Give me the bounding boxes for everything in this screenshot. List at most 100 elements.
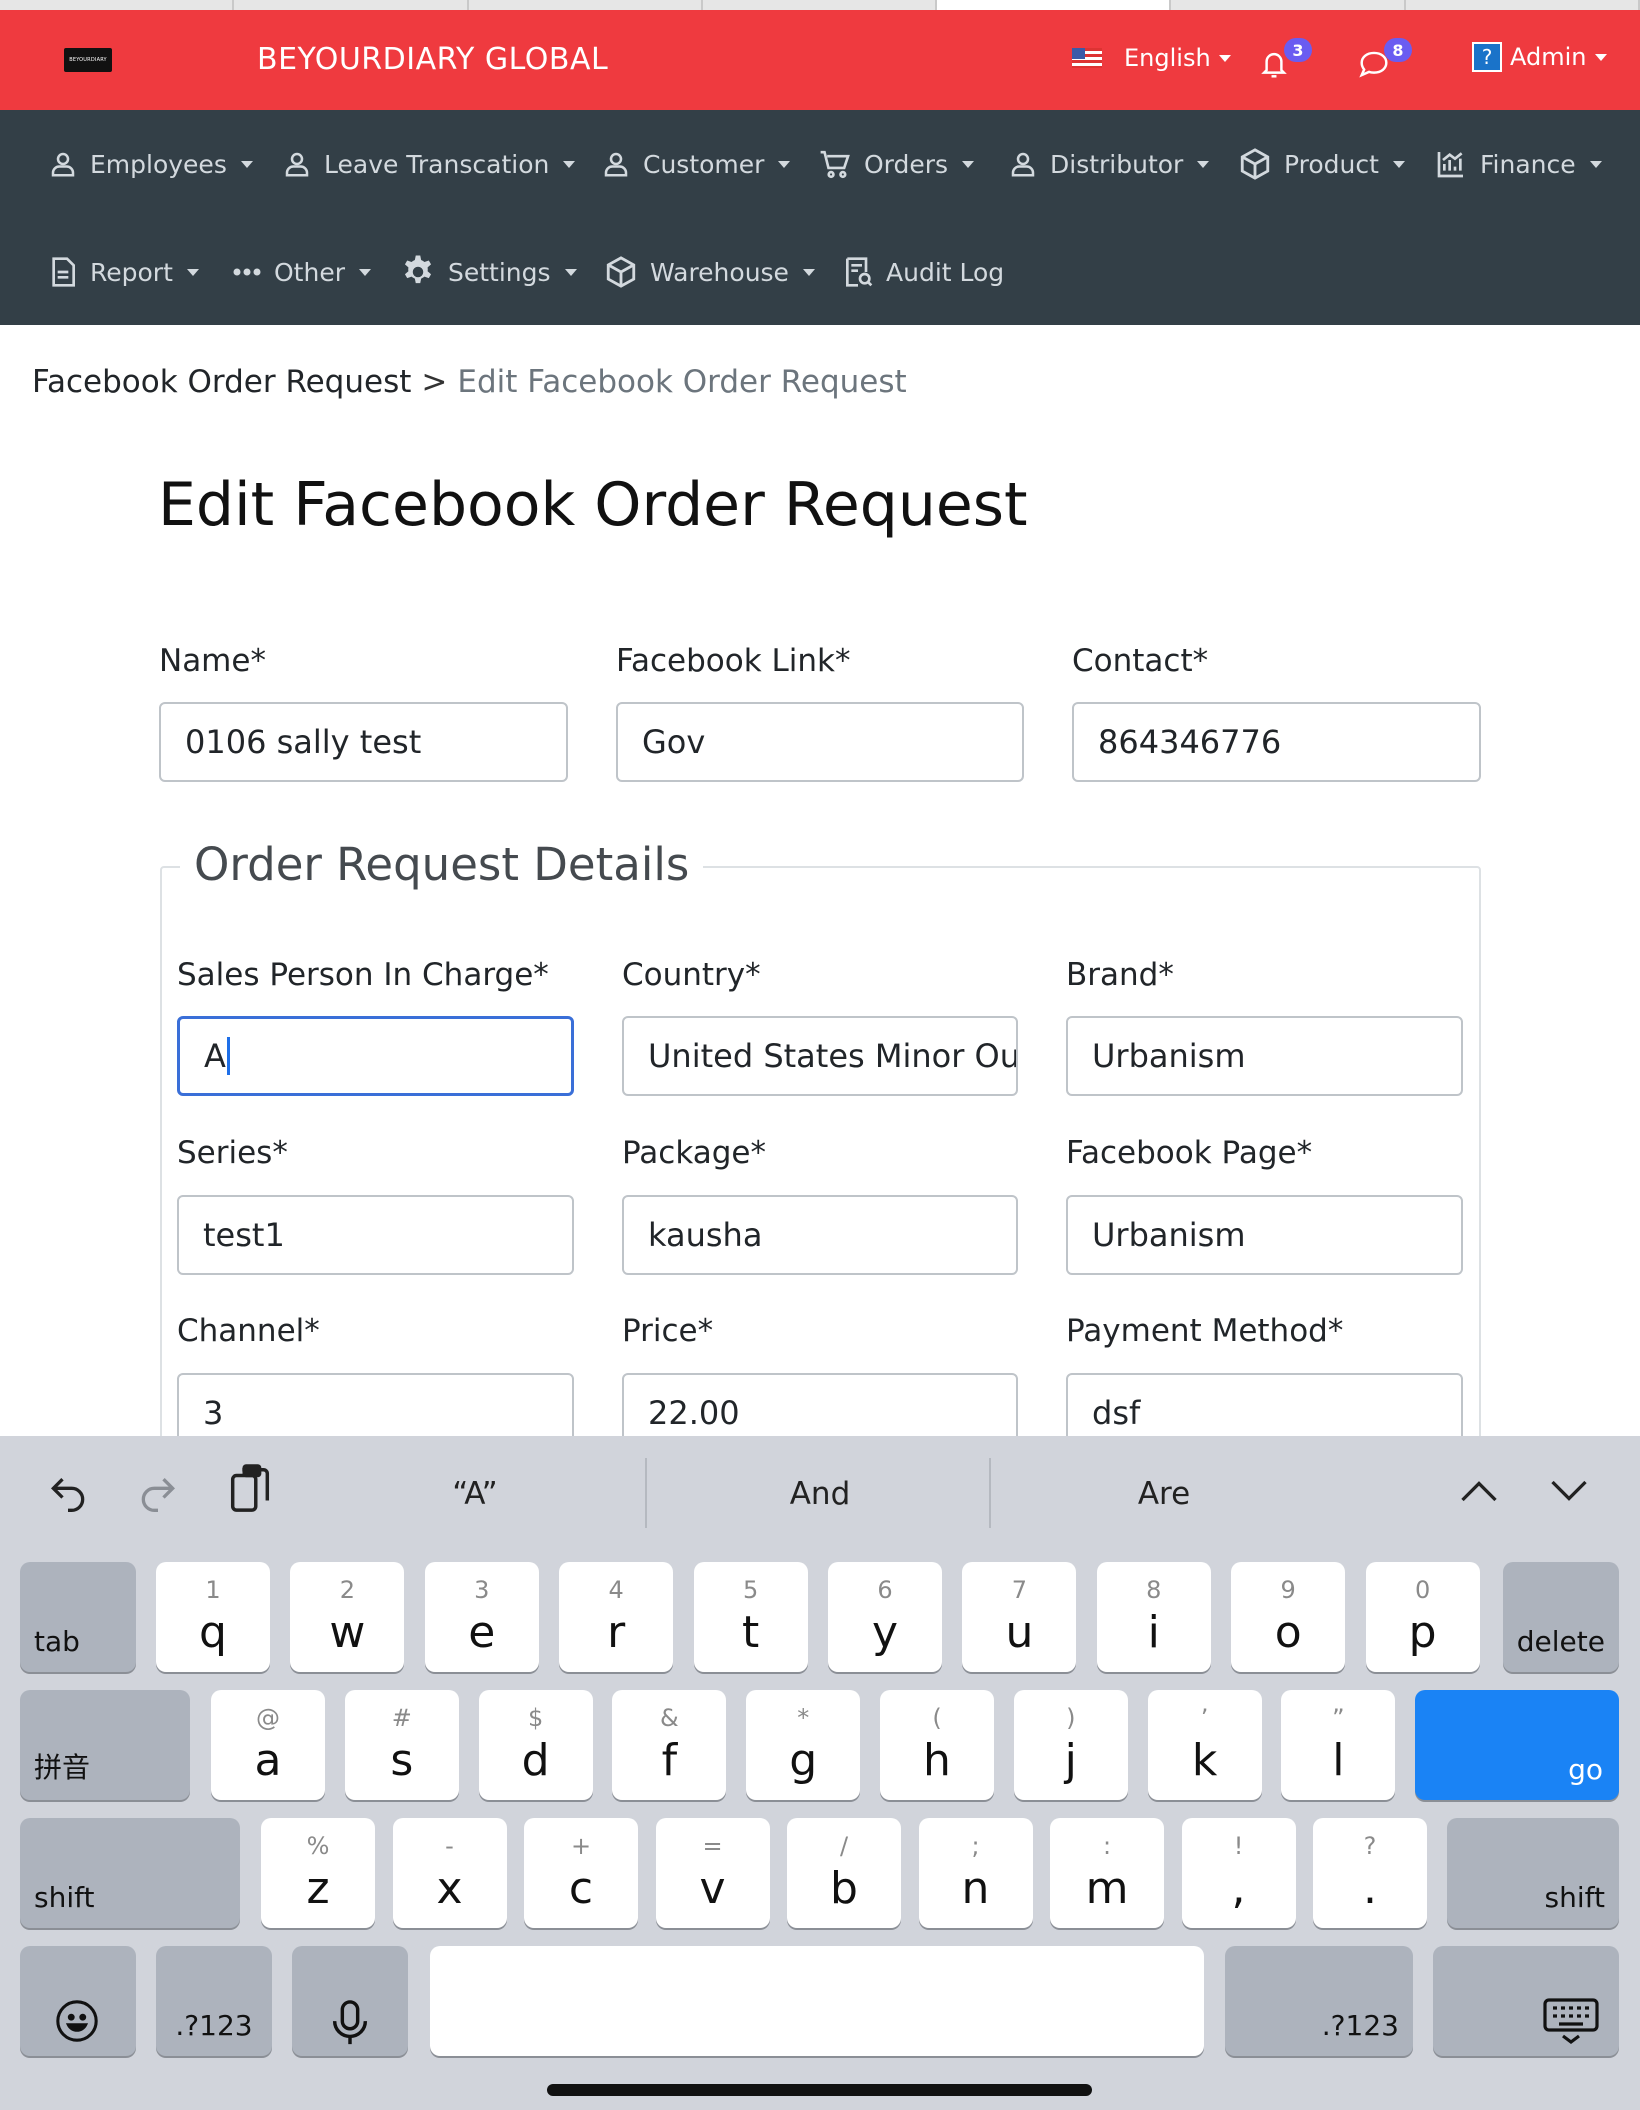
- redo-button[interactable]: [136, 1470, 180, 1518]
- key-i[interactable]: 8i: [1096, 1562, 1211, 1672]
- nav-label: Audit Log: [886, 257, 1005, 287]
- nav-settings[interactable]: Settings: [400, 252, 577, 292]
- emoji-key[interactable]: [20, 1946, 136, 2056]
- key-u[interactable]: 7u: [962, 1562, 1077, 1672]
- nav-distributor[interactable]: Distributor: [1008, 144, 1210, 184]
- suggestion-3[interactable]: Are: [994, 1464, 1334, 1524]
- key-k[interactable]: ’ k: [1147, 1690, 1262, 1800]
- nav-employees[interactable]: Employees: [48, 144, 253, 184]
- suggestion-1[interactable]: “A”: [305, 1464, 645, 1524]
- nav-other[interactable]: Other: [232, 252, 371, 292]
- chevron-down-icon: [802, 268, 815, 276]
- person-icon: [1011, 152, 1035, 177]
- channel-label: Channel*: [177, 1313, 320, 1349]
- key-m[interactable]: :m: [1050, 1818, 1164, 1928]
- page-title: Edit Facebook Order Request: [158, 470, 1028, 540]
- browser-tab[interactable]: [0, 0, 235, 10]
- dictation-key[interactable]: [292, 1946, 408, 2056]
- country-input[interactable]: United States Minor Outlying Islands: [622, 1016, 1018, 1096]
- key-w[interactable]: 2w: [290, 1562, 405, 1672]
- hide-keyboard-key[interactable]: [1433, 1946, 1619, 2056]
- sales-person-input[interactable]: A: [177, 1016, 574, 1096]
- key-n[interactable]: ; n: [918, 1818, 1033, 1928]
- key-y[interactable]: 6y: [828, 1562, 942, 1672]
- nav-report[interactable]: Report: [48, 252, 199, 292]
- main-nav: Employees Leave Transcation Customer Ord…: [0, 110, 1640, 325]
- key-d[interactable]: $ d: [478, 1690, 593, 1800]
- previous-field-button[interactable]: [1458, 1476, 1500, 1510]
- key-secondary-char: /: [839, 1832, 849, 1860]
- nav-orders[interactable]: Orders: [818, 144, 975, 184]
- browser-tab-active[interactable]: [937, 0, 1172, 10]
- facebook-link-input[interactable]: Gov: [616, 702, 1024, 782]
- key-b[interactable]: / b: [787, 1818, 901, 1928]
- key-a[interactable]: @ a: [211, 1690, 325, 1800]
- tab-key[interactable]: tab: [20, 1562, 136, 1672]
- series-input[interactable]: test1: [177, 1195, 574, 1275]
- notifications-button[interactable]: 3: [1256, 38, 1312, 82]
- browser-tab[interactable]: [469, 0, 703, 10]
- go-key[interactable]: go: [1415, 1690, 1619, 1800]
- facebook-page-input[interactable]: Urbanism: [1066, 1195, 1463, 1275]
- undo-button[interactable]: [46, 1470, 90, 1518]
- browser-tab[interactable]: [234, 0, 469, 10]
- pinyin-key[interactable]: 拼音: [20, 1690, 190, 1800]
- nav-customer[interactable]: Customer: [601, 144, 791, 184]
- text-cursor: [226, 1037, 230, 1075]
- nav-leave-transaction[interactable]: Leave Transcation: [282, 144, 576, 184]
- key-t[interactable]: 5t: [693, 1562, 808, 1672]
- contact-input[interactable]: 864346776: [1072, 702, 1481, 782]
- key-secondary-char: :: [1102, 1832, 1112, 1860]
- keyboard-toolbar: “A” And Are: [0, 1436, 1640, 1546]
- brand-input[interactable]: Urbanism: [1066, 1016, 1463, 1096]
- numbers-key-right[interactable]: .?123: [1225, 1946, 1413, 2056]
- breadcrumb-parent-link[interactable]: Facebook Order Request: [32, 364, 411, 400]
- key-primary-char: p: [1408, 1607, 1437, 1658]
- numbers-key-label: .?123: [1321, 2009, 1399, 2042]
- paste-button[interactable]: [228, 1464, 272, 1518]
- package-input[interactable]: kausha: [622, 1195, 1018, 1275]
- key-period[interactable]: ?.: [1313, 1818, 1427, 1928]
- key-j[interactable]: ) j: [1013, 1690, 1128, 1800]
- suggestion-2[interactable]: And: [650, 1464, 990, 1524]
- key-c[interactable]: + c: [524, 1818, 638, 1928]
- key-l[interactable]: ” l: [1281, 1690, 1396, 1800]
- browser-tab[interactable]: [1171, 0, 1406, 10]
- language-label: English: [1124, 44, 1211, 72]
- key-s[interactable]: # s: [344, 1690, 459, 1800]
- space-key[interactable]: [430, 1946, 1204, 2056]
- browser-tab[interactable]: [1406, 0, 1640, 10]
- key-q[interactable]: 1q: [156, 1562, 270, 1672]
- key-r[interactable]: 4r: [559, 1562, 674, 1672]
- nav-warehouse[interactable]: Warehouse: [604, 252, 815, 292]
- key-f[interactable]: & f: [612, 1690, 727, 1800]
- nav-product[interactable]: Product: [1238, 144, 1405, 184]
- key-comma[interactable]: !,: [1181, 1818, 1296, 1928]
- key-secondary-char: 9: [1280, 1576, 1296, 1604]
- name-input[interactable]: 0106 sally test: [159, 702, 568, 782]
- key-g[interactable]: * g: [746, 1690, 861, 1800]
- nav-finance[interactable]: Finance: [1434, 144, 1602, 184]
- language-dropdown[interactable]: English: [1072, 44, 1231, 72]
- messages-button[interactable]: 8: [1356, 38, 1412, 82]
- admin-user-menu[interactable]: ? Admin: [1472, 42, 1607, 72]
- key-o[interactable]: 9o: [1231, 1562, 1346, 1672]
- key-e[interactable]: 3e: [424, 1562, 539, 1672]
- key-v[interactable]: = v: [655, 1818, 770, 1928]
- key-primary-char: ,: [1231, 1863, 1246, 1914]
- key-p[interactable]: 0p: [1365, 1562, 1480, 1672]
- nav-label: Finance: [1480, 149, 1576, 179]
- key-x[interactable]: -x: [392, 1818, 507, 1928]
- next-field-button[interactable]: [1548, 1476, 1590, 1510]
- delete-key[interactable]: delete: [1503, 1562, 1619, 1672]
- key-h[interactable]: (h: [880, 1690, 994, 1800]
- nav-audit-log[interactable]: Audit Log: [842, 252, 1004, 292]
- brand-logo[interactable]: BEYOURDIARY: [64, 48, 112, 72]
- brand-name[interactable]: BEYOURDIARY GLOBAL: [257, 42, 608, 77]
- browser-tab[interactable]: [703, 0, 938, 10]
- shift-right-key[interactable]: shift: [1447, 1818, 1619, 1928]
- nav-label: Employees: [90, 149, 227, 179]
- key-z[interactable]: % z: [261, 1818, 375, 1928]
- numbers-key-left[interactable]: .?123: [156, 1946, 272, 2056]
- shift-left-key[interactable]: shift: [20, 1818, 240, 1928]
